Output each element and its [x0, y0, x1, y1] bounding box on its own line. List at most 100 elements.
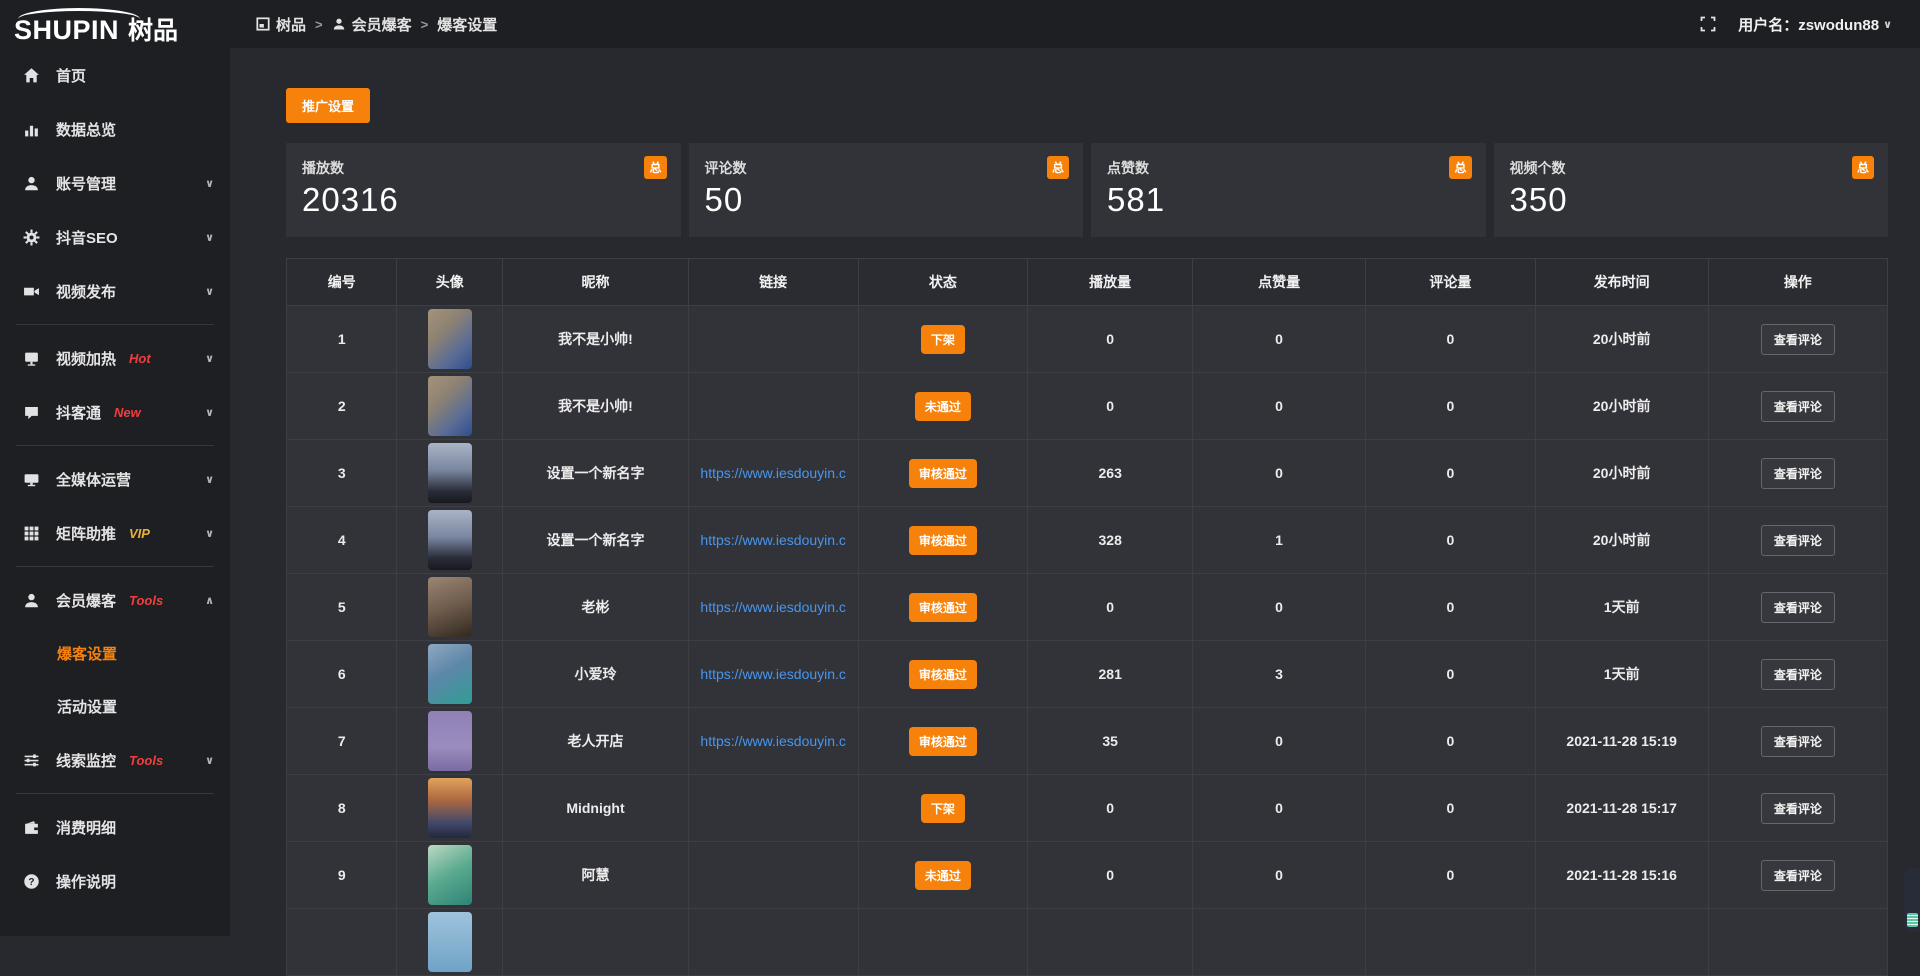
status-badge[interactable]: 未通过: [915, 392, 971, 421]
view-comments-button[interactable]: 查看评论: [1761, 659, 1835, 690]
cell-link[interactable]: https://www.iesdouyin.c: [688, 708, 858, 775]
bar-chart-icon: [22, 120, 40, 138]
cell-actions: [1708, 909, 1887, 976]
cell-link[interactable]: https://www.iesdouyin.c: [688, 574, 858, 641]
sidebar-subitem-label: 爆客设置: [57, 643, 117, 664]
cell-id: 2: [287, 373, 397, 440]
cell-status: [858, 909, 1028, 976]
status-badge[interactable]: 下架: [921, 794, 965, 823]
status-badge[interactable]: 审核通过: [909, 593, 977, 622]
cell-comments: [1366, 909, 1536, 976]
total-badge: 总: [1852, 156, 1874, 179]
sidebar-subitem-activity-settings[interactable]: 活动设置: [0, 680, 230, 733]
logo-arc: [18, 8, 140, 19]
view-comments-button[interactable]: 查看评论: [1761, 324, 1835, 355]
cell-avatar: [397, 775, 503, 842]
cell-link[interactable]: [688, 842, 858, 909]
sidebar-subitem-baoke-settings[interactable]: 爆客设置: [0, 627, 230, 680]
cell-actions: 查看评论: [1708, 373, 1887, 440]
cell-avatar: [397, 440, 503, 507]
avatar: [428, 376, 472, 436]
table-row: 4 设置一个新名字 https://www.iesdouyin.c 审核通过 3…: [287, 507, 1888, 574]
grid-icon: [22, 524, 40, 542]
fullscreen-icon[interactable]: [1700, 16, 1716, 32]
sidebar-item-label: 线索监控: [56, 750, 116, 771]
status-badge[interactable]: 未通过: [915, 861, 971, 890]
sidebar-item-data-overview[interactable]: 数据总览: [0, 102, 230, 156]
chevron-down-icon: ∨: [205, 177, 214, 190]
gear-icon: [22, 228, 40, 246]
cell-id: 5: [287, 574, 397, 641]
cell-likes: [1193, 909, 1366, 976]
chevron-down-icon: ∨: [205, 754, 214, 767]
cell-comments: 0: [1366, 775, 1536, 842]
sidebar-item-instructions[interactable]: ? 操作说明: [0, 854, 230, 908]
cell-comments: 0: [1366, 574, 1536, 641]
table-row: 3 设置一个新名字 https://www.iesdouyin.c 审核通过 2…: [287, 440, 1888, 507]
view-comments-button[interactable]: 查看评论: [1761, 726, 1835, 757]
sidebar-item-douketong[interactable]: 抖客通 New ∨: [0, 385, 230, 439]
sidebar-item-account-management[interactable]: 账号管理 ∨: [0, 156, 230, 210]
table-row: 7 老人开店 https://www.iesdouyin.c 审核通过 35 0…: [287, 708, 1888, 775]
floating-side-widget[interactable]: [1904, 868, 1920, 932]
avatar: [428, 510, 472, 570]
sidebar-item-video-heating[interactable]: 视频加热 Hot ∨: [0, 331, 230, 385]
view-comments-button[interactable]: 查看评论: [1761, 458, 1835, 489]
avatar: [428, 309, 472, 369]
cell-link: [688, 909, 858, 976]
cell-time: 20小时前: [1535, 373, 1708, 440]
main-content: 推广设置 播放数 20316 总 评论数 50 总 点赞数 581 总 视频个数…: [230, 48, 1920, 936]
view-comments-button[interactable]: 查看评论: [1761, 793, 1835, 824]
stripes-icon: [1907, 913, 1918, 927]
cell-status: 未通过: [858, 373, 1028, 440]
sidebar-item-douyin-seo[interactable]: 抖音SEO ∨: [0, 210, 230, 264]
vip-badge: VIP: [129, 526, 150, 541]
status-badge[interactable]: 下架: [921, 325, 965, 354]
cell-plays: 263: [1028, 440, 1193, 507]
cell-nickname: 设置一个新名字: [503, 440, 689, 507]
status-badge[interactable]: 审核通过: [909, 660, 977, 689]
cell-link[interactable]: [688, 775, 858, 842]
promotion-settings-button[interactable]: 推广设置: [286, 88, 370, 123]
cell-link[interactable]: https://www.iesdouyin.c: [688, 440, 858, 507]
sidebar-item-clue-monitor[interactable]: 线索监控 Tools ∨: [0, 733, 230, 787]
sidebar-item-video-publish[interactable]: 视频发布 ∨: [0, 264, 230, 318]
user-icon: [22, 591, 40, 609]
view-comments-button[interactable]: 查看评论: [1761, 592, 1835, 623]
view-comments-button[interactable]: 查看评论: [1761, 391, 1835, 422]
cell-likes: 0: [1193, 574, 1366, 641]
col-id: 编号: [287, 259, 397, 306]
status-badge[interactable]: 审核通过: [909, 459, 977, 488]
table-row-partial: [287, 909, 1888, 976]
user-menu[interactable]: 用户名：zswodun88 ∨: [1738, 14, 1892, 35]
sidebar-item-label: 全媒体运营: [56, 469, 131, 490]
col-actions: 操作: [1708, 259, 1887, 306]
breadcrumb-item-shupin[interactable]: 树品: [256, 14, 306, 35]
cell-link[interactable]: [688, 373, 858, 440]
view-comments-button[interactable]: 查看评论: [1761, 860, 1835, 891]
hot-badge: Hot: [129, 351, 151, 366]
cell-status: 审核通过: [858, 708, 1028, 775]
avatar: [428, 778, 472, 838]
cell-status: 审核通过: [858, 641, 1028, 708]
sidebar-item-matrix-boost[interactable]: 矩阵助推 VIP ∨: [0, 506, 230, 560]
chevron-down-icon: ∨: [205, 406, 214, 419]
cell-id: 1: [287, 306, 397, 373]
sidebar-item-home[interactable]: 首页: [0, 48, 230, 102]
status-badge[interactable]: 审核通过: [909, 526, 977, 555]
cell-nickname: 设置一个新名字: [503, 507, 689, 574]
cell-avatar: [397, 507, 503, 574]
panel-icon: [256, 17, 270, 31]
view-comments-button[interactable]: 查看评论: [1761, 525, 1835, 556]
cell-link[interactable]: [688, 306, 858, 373]
table-row: 5 老彬 https://www.iesdouyin.c 审核通过 0 0 0 …: [287, 574, 1888, 641]
cell-link[interactable]: https://www.iesdouyin.c: [688, 641, 858, 708]
status-badge[interactable]: 审核通过: [909, 727, 977, 756]
sidebar-item-all-media[interactable]: 全媒体运营 ∨: [0, 452, 230, 506]
breadcrumb-item-member-baoke[interactable]: 会员爆客: [332, 14, 412, 35]
sidebar-item-member-baoke[interactable]: 会员爆客 Tools ∧: [0, 573, 230, 627]
stat-label: 评论数: [705, 158, 1068, 178]
cell-link[interactable]: https://www.iesdouyin.c: [688, 507, 858, 574]
sidebar-item-consumption-detail[interactable]: 消费明细: [0, 800, 230, 854]
col-publish-time: 发布时间: [1535, 259, 1708, 306]
